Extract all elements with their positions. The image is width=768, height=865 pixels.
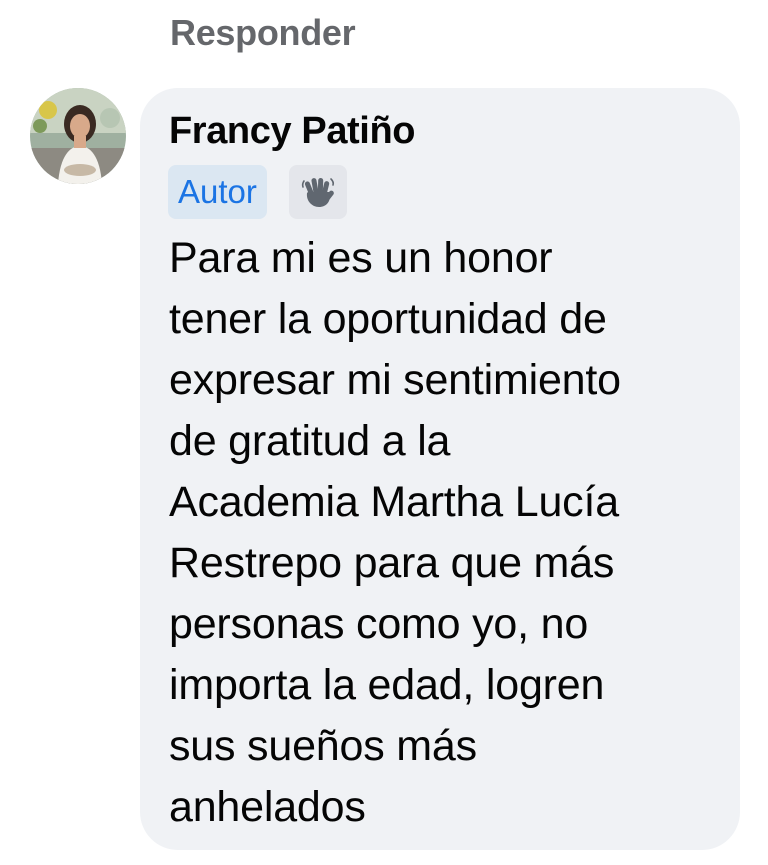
avatar-photo — [30, 88, 126, 184]
avatar[interactable] — [30, 88, 126, 184]
author-badge: Autor — [168, 165, 267, 219]
comment-thread: Responder Francy Patiño Autor Para mi es… — [0, 0, 768, 865]
comment-bubble: Francy Patiño Autor Para mi es un honor … — [140, 88, 740, 850]
comment-text: Para mi es un honor tener la oportunidad… — [169, 234, 621, 831]
reply-link[interactable]: Responder — [170, 12, 356, 54]
waving-hand-icon — [289, 165, 347, 219]
author-name[interactable]: Francy Patiño — [169, 110, 415, 153]
